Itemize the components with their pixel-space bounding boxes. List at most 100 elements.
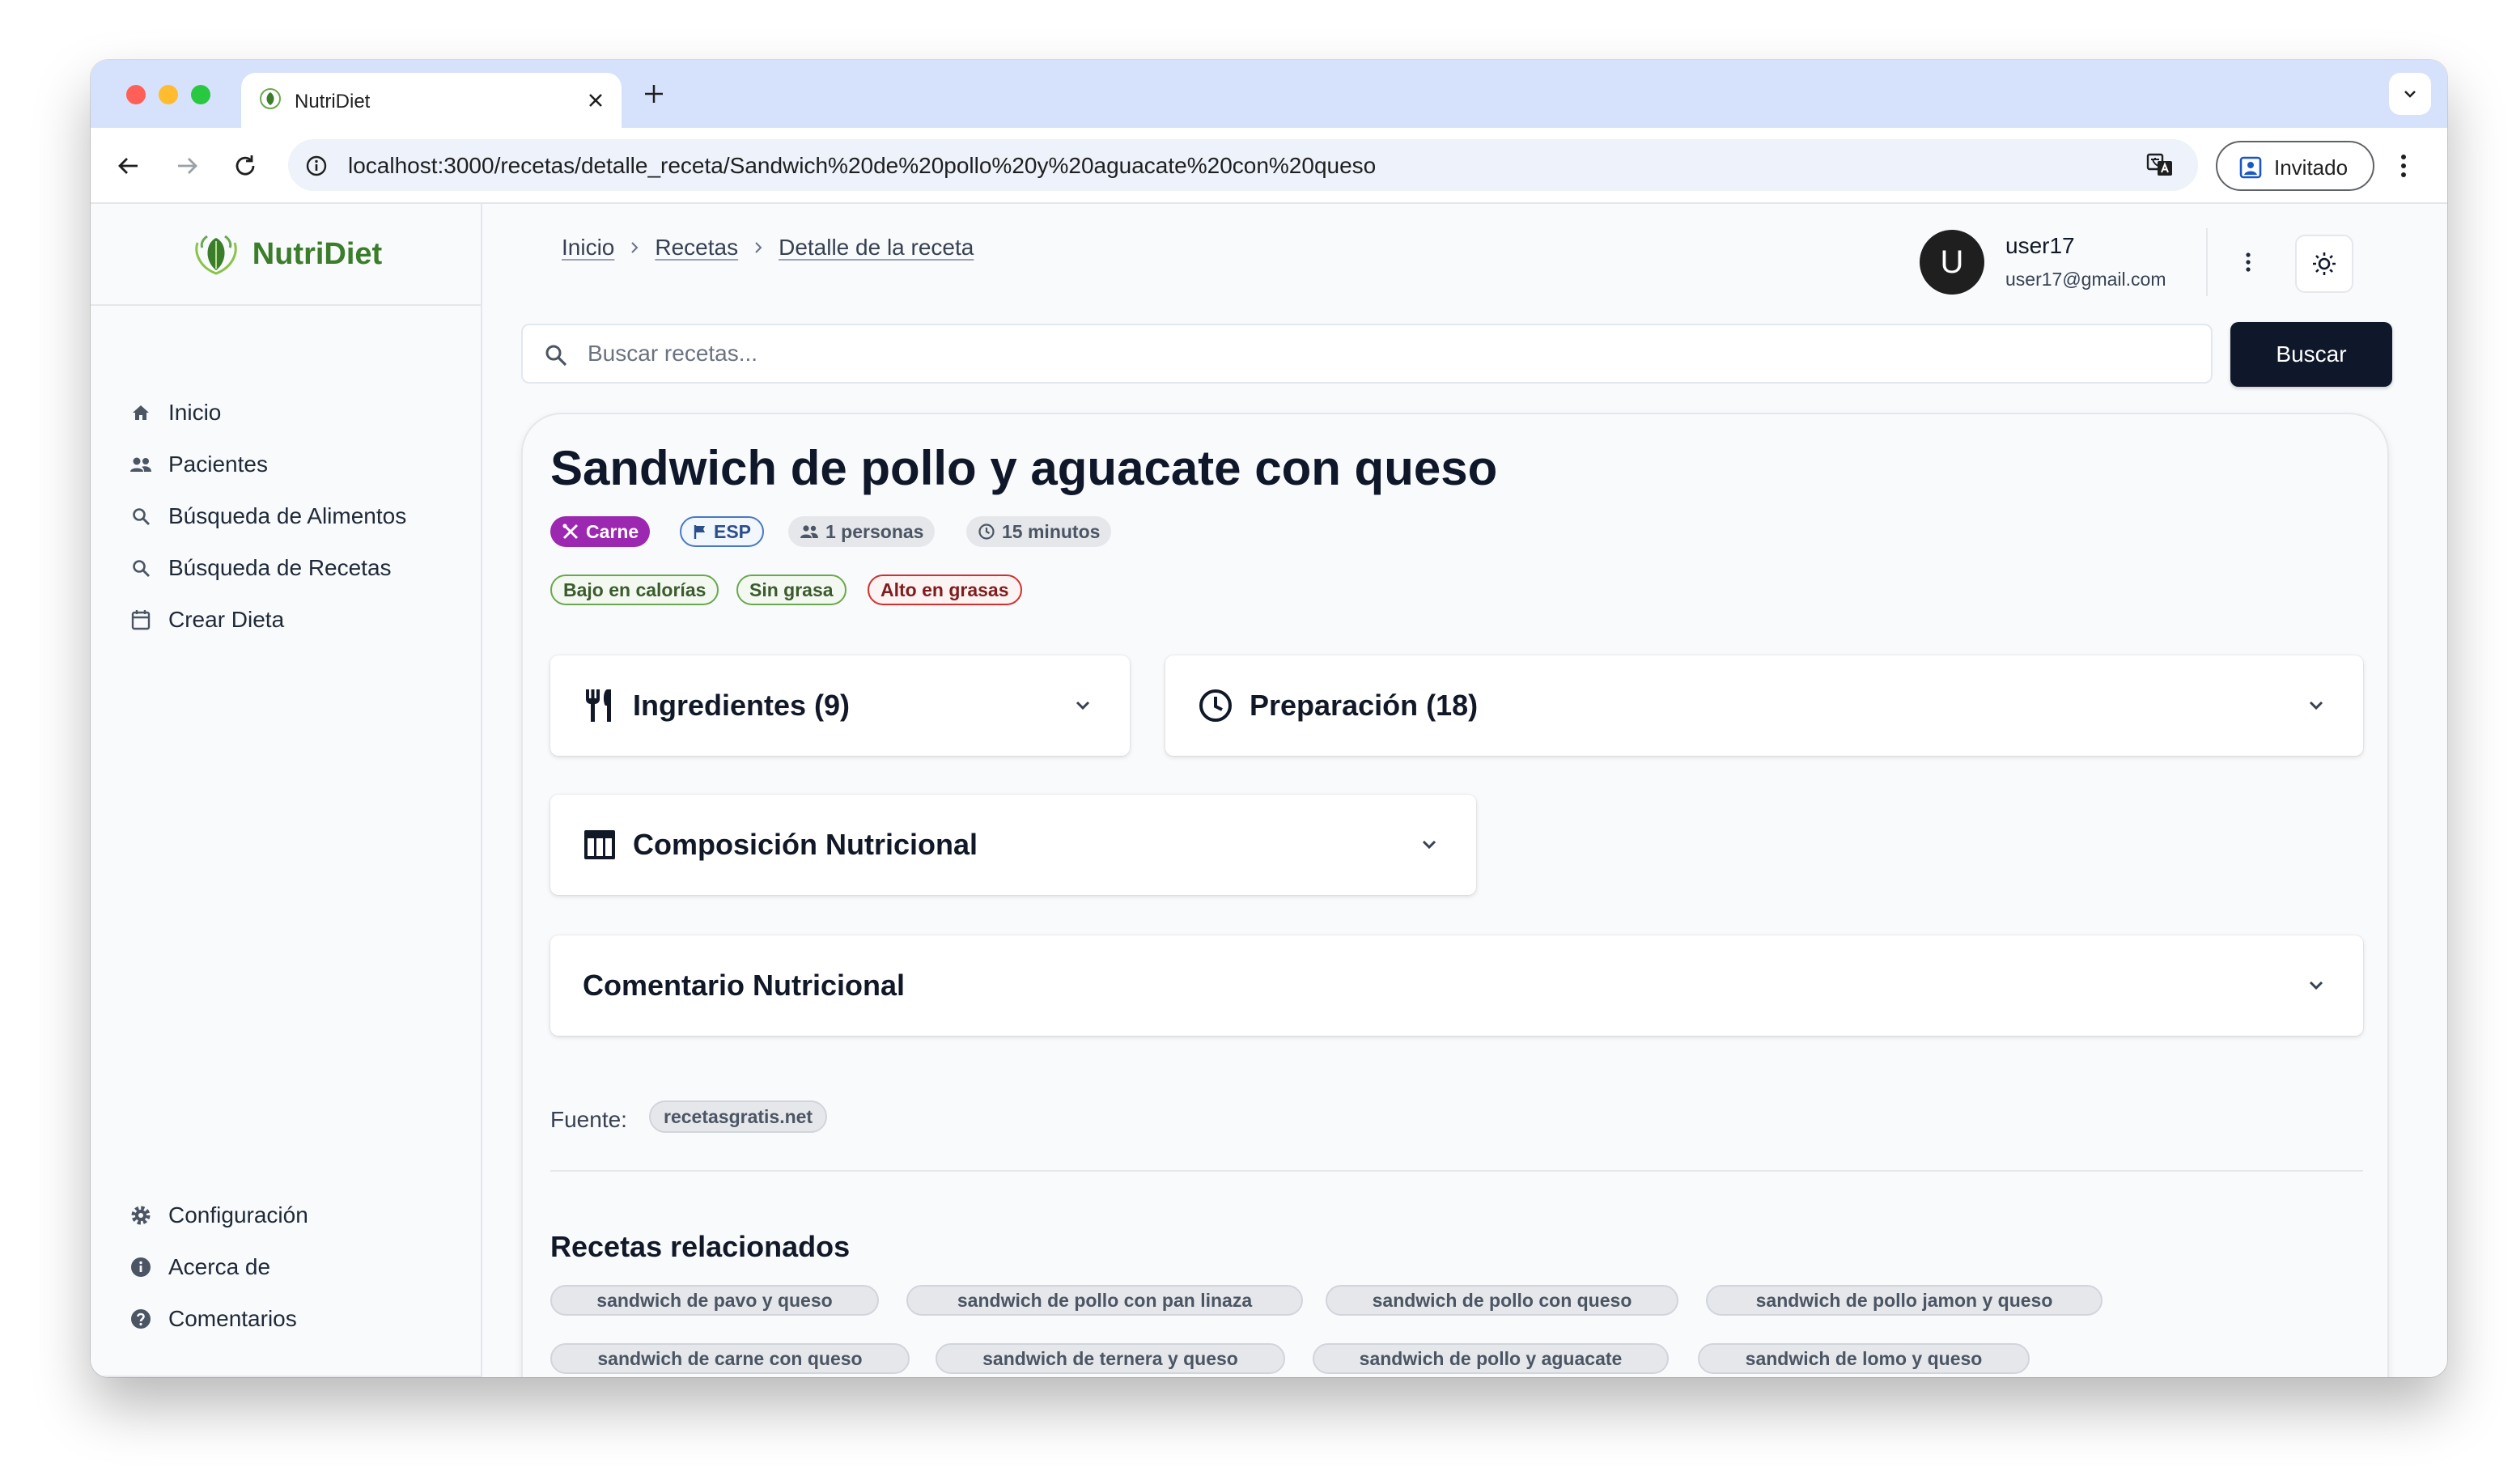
- flag-icon: [694, 525, 705, 539]
- chevron-down-icon: [2305, 974, 2327, 997]
- chevron-right-icon: [627, 240, 642, 255]
- maximize-window-button[interactable]: [191, 85, 210, 104]
- search-icon: [129, 557, 152, 579]
- ingredients-title: Ingredientes (9): [633, 689, 851, 722]
- theme-toggle-button[interactable]: [2295, 235, 2353, 293]
- avatar[interactable]: U: [1920, 230, 1984, 295]
- recipe-card: Sandwich de pollo y aguacate con queso C…: [521, 413, 2389, 1377]
- comment-title: Comentario Nutricional: [583, 969, 906, 1002]
- address-url[interactable]: localhost:3000/recetas/detalle_receta/Sa…: [348, 153, 1376, 179]
- sidebar-item-busqueda-alimentos[interactable]: Búsqueda de Alimentos: [129, 500, 406, 532]
- browser-menu-icon[interactable]: [2399, 152, 2408, 180]
- nutrition-comment-accordion[interactable]: Comentario Nutricional: [550, 935, 2363, 1036]
- close-window-button[interactable]: [126, 85, 146, 104]
- source-link[interactable]: recetasgratis.net: [649, 1100, 828, 1133]
- reload-icon[interactable]: [231, 152, 259, 180]
- time-badge: 15 minutos: [966, 516, 1112, 547]
- clock-icon: [978, 524, 995, 540]
- chevron-right-icon: [751, 240, 766, 255]
- tab-bar: NutriDiet: [91, 60, 2447, 128]
- related-recipe-chip[interactable]: sandwich de carne con queso: [550, 1343, 910, 1374]
- site-info-icon[interactable]: [304, 154, 329, 178]
- related-recipes-title: Recetas relacionados: [550, 1230, 851, 1263]
- new-tab-plus-icon[interactable]: [641, 81, 667, 107]
- people-icon: [800, 525, 818, 538]
- minimize-window-button[interactable]: [159, 85, 178, 104]
- sidebar-item-label: Comentarios: [168, 1306, 297, 1331]
- calendar-icon: [129, 608, 152, 631]
- tag-sin-grasa: Sin grasa: [736, 575, 847, 605]
- language-label: ESP: [714, 520, 752, 542]
- user-name: user17: [2005, 233, 2075, 258]
- breadcrumb-detalle[interactable]: Detalle de la receta: [779, 235, 974, 261]
- app-logo[interactable]: NutriDiet: [91, 204, 482, 306]
- servings-label: 1 personas: [825, 520, 924, 542]
- sidebar-item-label: Pacientes: [168, 452, 268, 477]
- time-label: 15 minutos: [1002, 520, 1101, 542]
- user-email: user17@gmail.com: [2005, 269, 2166, 290]
- related-recipe-chip[interactable]: sandwich de pavo y queso: [550, 1285, 879, 1316]
- translate-icon[interactable]: [2146, 152, 2174, 178]
- related-recipe-chip[interactable]: sandwich de pollo y aguacate: [1313, 1343, 1669, 1374]
- related-recipe-chip[interactable]: sandwich de lomo y queso: [1698, 1343, 2030, 1374]
- sidebar-item-crear-dieta[interactable]: Crear Dieta: [129, 604, 284, 636]
- chevron-down-icon: [2305, 694, 2327, 717]
- sidebar-item-label: Búsqueda de Alimentos: [168, 503, 407, 528]
- guest-profile-label: Invitado: [2274, 155, 2349, 180]
- sidebar-item-pacientes[interactable]: Pacientes: [129, 448, 268, 481]
- source-label: Fuente:: [550, 1107, 627, 1132]
- related-recipe-chip[interactable]: sandwich de pollo con queso: [1326, 1285, 1678, 1316]
- breadcrumb-inicio[interactable]: Inicio: [562, 235, 614, 261]
- chevron-down-icon: [1071, 694, 1094, 717]
- fork-knife-icon: [583, 688, 617, 723]
- preparation-title: Preparación (18): [1250, 689, 1479, 722]
- sidebar-item-configuracion[interactable]: Configuración: [129, 1199, 308, 1232]
- related-recipe-chip[interactable]: sandwich de ternera y queso: [936, 1343, 1285, 1374]
- sidebar-divider: [91, 1376, 482, 1377]
- category-badge: Carne: [550, 516, 651, 547]
- user-menu-button[interactable]: [2224, 238, 2272, 286]
- search-input[interactable]: [588, 325, 2190, 382]
- tag-bajo-calorias: Bajo en calorías: [550, 575, 719, 605]
- sidebar-item-comentarios[interactable]: Comentarios: [129, 1303, 297, 1335]
- utensils-crossed-icon: [562, 524, 579, 540]
- sidebar-item-inicio[interactable]: Inicio: [129, 396, 221, 429]
- people-icon: [129, 453, 152, 476]
- nutrition-composition-accordion[interactable]: Composición Nutricional: [550, 795, 1476, 895]
- back-arrow-icon[interactable]: [115, 152, 142, 180]
- main-content: Inicio Recetas Detalle de la receta U us…: [482, 204, 2447, 1377]
- related-recipe-chip[interactable]: sandwich de pollo jamon y queso: [1706, 1285, 2103, 1316]
- sidebar-item-acerca-de[interactable]: Acerca de: [129, 1251, 270, 1283]
- breadcrumb: Inicio Recetas Detalle de la receta: [562, 235, 974, 261]
- sidebar-item-label: Acerca de: [168, 1254, 271, 1279]
- browser-tab-active[interactable]: NutriDiet: [241, 73, 622, 128]
- recipe-title: Sandwich de pollo y aguacate con queso: [550, 441, 1498, 495]
- clock-icon: [1198, 688, 1233, 723]
- user-divider: [2206, 228, 2208, 296]
- tab-search-button[interactable]: [2389, 73, 2431, 115]
- app-root: NutriDiet Inicio Pacientes Búsqueda de A…: [91, 204, 2447, 1377]
- ingredients-accordion[interactable]: Ingredientes (9): [550, 655, 1130, 756]
- tab-title: NutriDiet: [295, 91, 371, 112]
- table-icon: [583, 829, 617, 861]
- divider: [550, 1170, 2363, 1172]
- profile-icon: [2238, 155, 2263, 180]
- home-icon: [129, 401, 152, 424]
- more-vertical-icon: [2246, 252, 2251, 272]
- search-icon: [129, 505, 152, 528]
- gear-icon: [129, 1204, 152, 1227]
- close-tab-icon[interactable]: [586, 91, 605, 110]
- preparation-accordion[interactable]: Preparación (18): [1165, 655, 2363, 756]
- category-label: Carne: [586, 520, 639, 542]
- guest-profile-button[interactable]: Invitado: [2216, 141, 2374, 191]
- forward-arrow-icon[interactable]: [173, 152, 201, 180]
- breadcrumb-recetas[interactable]: Recetas: [655, 235, 738, 261]
- sidebar-item-busqueda-recetas[interactable]: Búsqueda de Recetas: [129, 552, 392, 584]
- help-icon: [129, 1308, 152, 1330]
- search-icon: [544, 343, 568, 367]
- composition-title: Composición Nutricional: [633, 828, 978, 861]
- info-icon: [129, 1256, 152, 1278]
- related-recipe-chip[interactable]: sandwich de pollo con pan linaza: [906, 1285, 1303, 1316]
- address-bar[interactable]: localhost:3000/recetas/detalle_receta/Sa…: [288, 139, 2198, 191]
- search-button[interactable]: Buscar: [2230, 322, 2392, 387]
